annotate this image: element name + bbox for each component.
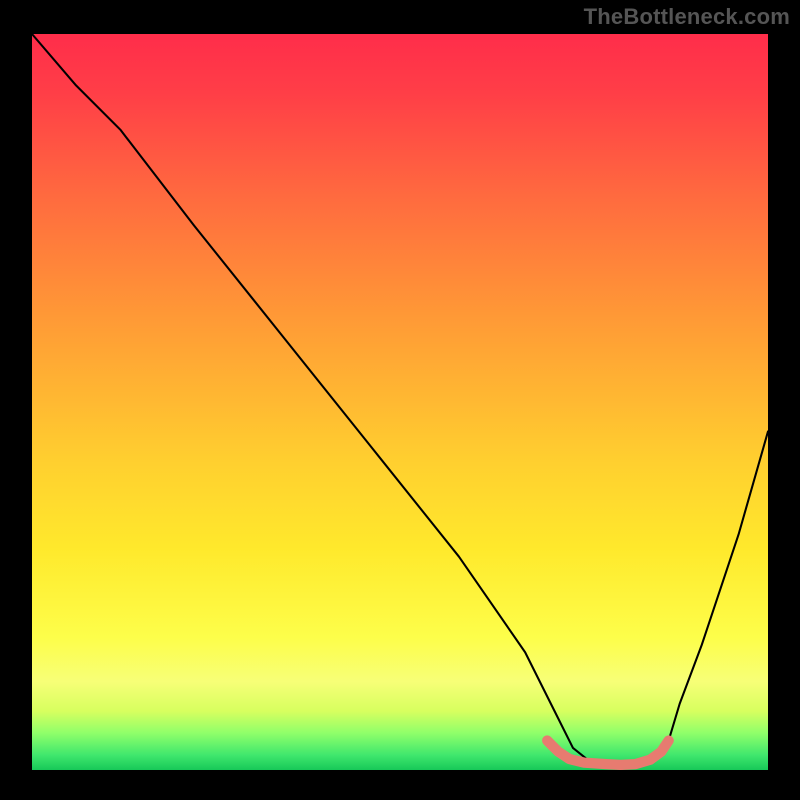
black-curve-path [32,34,768,766]
watermark-text: TheBottleneck.com [584,4,790,30]
salmon-floor-path [547,741,668,765]
curve-layer [32,34,768,770]
chart-frame: TheBottleneck.com [0,0,800,800]
plot-area [32,34,768,770]
